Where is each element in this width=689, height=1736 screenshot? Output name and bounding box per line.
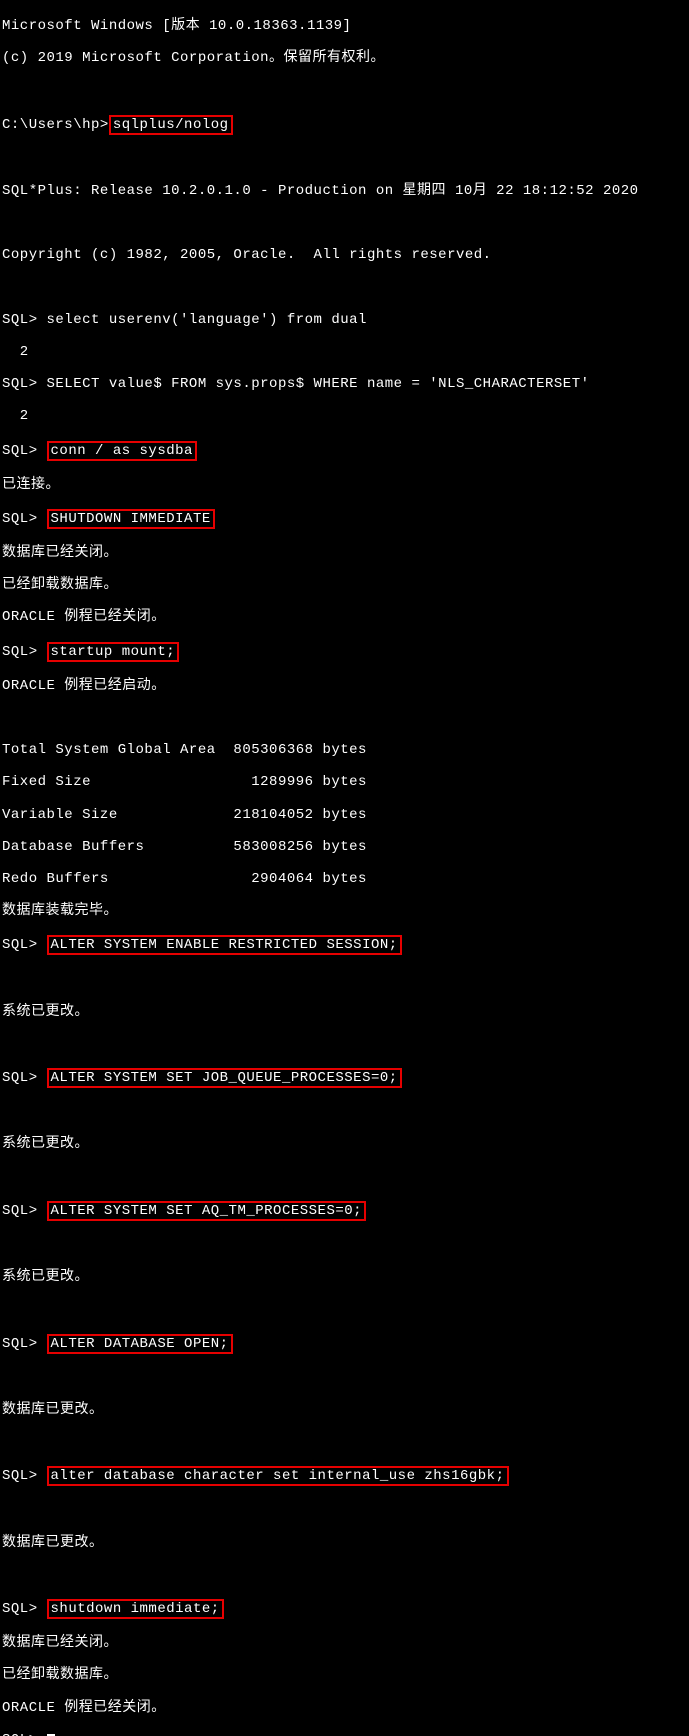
- sql-line: SQL> SELECT value$ FROM sys.props$ WHERE…: [2, 376, 689, 392]
- highlighted-command: sqlplus/nolog: [109, 115, 233, 135]
- output-line: Redo Buffers 2904064 bytes: [2, 871, 689, 887]
- blank-line: [2, 1036, 689, 1052]
- command-line: SQL> conn / as sysdba: [2, 441, 689, 461]
- output-line: 数据库已经关闭。: [2, 1635, 689, 1651]
- output-line: 数据库已经关闭。: [2, 545, 689, 561]
- output-line: 已经卸载数据库。: [2, 577, 689, 593]
- release-line: SQL*Plus: Release 10.2.0.1.0 - Productio…: [2, 183, 689, 199]
- output-line: ORACLE 例程已经启动。: [2, 678, 689, 694]
- prompt: SQL>: [2, 1336, 47, 1352]
- highlighted-command: SHUTDOWN IMMEDIATE: [47, 509, 215, 529]
- output-line: 系统已更改。: [2, 1004, 689, 1020]
- command-line: SQL> ALTER SYSTEM SET AQ_TM_PROCESSES=0;: [2, 1201, 689, 1221]
- blank-line: [2, 1169, 689, 1185]
- command-line: SQL> SHUTDOWN IMMEDIATE: [2, 509, 689, 529]
- highlighted-command: ALTER DATABASE OPEN;: [47, 1334, 233, 1354]
- command-line: SQL> alter database character set intern…: [2, 1466, 689, 1486]
- blank-line: [2, 710, 689, 726]
- blank-line: [2, 1434, 689, 1450]
- highlighted-command: alter database character set internal_us…: [47, 1466, 509, 1486]
- output-line: Database Buffers 583008256 bytes: [2, 839, 689, 855]
- command-line: SQL> ALTER SYSTEM SET JOB_QUEUE_PROCESSE…: [2, 1068, 689, 1088]
- cursor-icon: [47, 1734, 55, 1736]
- prompt: SQL>: [2, 1468, 47, 1484]
- output-line: Total System Global Area 805306368 bytes: [2, 742, 689, 758]
- prompt-line[interactable]: SQL>: [2, 1732, 689, 1736]
- blank-line: [2, 1104, 689, 1120]
- highlighted-command: ALTER SYSTEM SET JOB_QUEUE_PROCESSES=0;: [47, 1068, 402, 1088]
- output-line: 数据库已更改。: [2, 1535, 689, 1551]
- prompt: SQL>: [2, 937, 47, 953]
- prompt: SQL>: [2, 1070, 47, 1086]
- header-line: Microsoft Windows [版本 10.0.18363.1139]: [2, 18, 689, 34]
- prompt: SQL>: [2, 644, 47, 660]
- highlighted-command: shutdown immediate;: [47, 1599, 224, 1619]
- highlighted-command: startup mount;: [47, 642, 180, 662]
- terminal-window[interactable]: Microsoft Windows [版本 10.0.18363.1139] (…: [0, 0, 689, 1736]
- command-line: SQL> ALTER DATABASE OPEN;: [2, 1334, 689, 1354]
- output-line: 数据库已更改。: [2, 1402, 689, 1418]
- output-line: 已连接。: [2, 477, 689, 493]
- blank-line: [2, 1237, 689, 1253]
- copyright-line: (c) 2019 Microsoft Corporation。保留所有权利。: [2, 50, 689, 66]
- blank-line: [2, 1301, 689, 1317]
- output-line: 系统已更改。: [2, 1136, 689, 1152]
- blank-line: [2, 1503, 689, 1519]
- blank-line: [2, 280, 689, 296]
- output-line: 数据库装载完毕。: [2, 903, 689, 919]
- highlighted-command: ALTER SYSTEM ENABLE RESTRICTED SESSION;: [47, 935, 402, 955]
- prompt: SQL>: [2, 1601, 47, 1617]
- blank-line: [2, 151, 689, 167]
- copyright-line: Copyright (c) 1982, 2005, Oracle. All ri…: [2, 247, 689, 263]
- line-number: 2: [2, 408, 689, 424]
- output-line: ORACLE 例程已经关闭。: [2, 1700, 689, 1716]
- line-number: 2: [2, 344, 689, 360]
- output-line: ORACLE 例程已经关闭。: [2, 609, 689, 625]
- prompt: SQL>: [2, 1203, 47, 1219]
- blank-line: [2, 1370, 689, 1386]
- prompt: C:\Users\hp>: [2, 117, 109, 133]
- blank-line: [2, 215, 689, 231]
- output-line: Variable Size 218104052 bytes: [2, 807, 689, 823]
- highlighted-command: ALTER SYSTEM SET AQ_TM_PROCESSES=0;: [47, 1201, 367, 1221]
- highlighted-command: conn / as sysdba: [47, 441, 197, 461]
- command-line: C:\Users\hp>sqlplus/nolog: [2, 115, 689, 135]
- command-line: SQL> shutdown immediate;: [2, 1599, 689, 1619]
- output-line: 已经卸载数据库。: [2, 1667, 689, 1683]
- prompt: SQL>: [2, 443, 47, 459]
- output-line: Fixed Size 1289996 bytes: [2, 774, 689, 790]
- blank-line: [2, 1567, 689, 1583]
- command-line: SQL> ALTER SYSTEM ENABLE RESTRICTED SESS…: [2, 935, 689, 955]
- blank-line: [2, 972, 689, 988]
- output-line: 系统已更改。: [2, 1269, 689, 1285]
- blank-line: [2, 82, 689, 98]
- prompt: SQL>: [2, 1732, 47, 1736]
- prompt: SQL>: [2, 511, 47, 527]
- command-line: SQL> startup mount;: [2, 642, 689, 662]
- sql-line: SQL> select userenv('language') from dua…: [2, 312, 689, 328]
